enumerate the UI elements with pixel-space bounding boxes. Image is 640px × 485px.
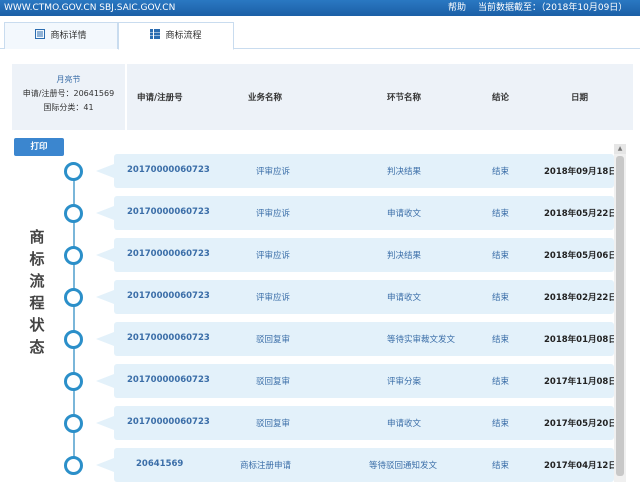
header-result: 结论 (492, 93, 510, 103)
cell-result: 结束 (492, 461, 510, 471)
table-row: 20170000060723 驳回复审 申请收文 结束 2017年05月20日 (0, 406, 640, 442)
tab-trademark-process[interactable]: 商标流程 (118, 22, 234, 50)
cell-step: 申请收文 (387, 209, 422, 219)
timeline-node (64, 330, 83, 349)
registration-number: 申请/注册号：20641569 (22, 89, 115, 98)
timeline-node (64, 288, 83, 307)
cell-date: 2017年11月08日 (544, 377, 617, 387)
cell-reg-no[interactable]: 20170000060723 (127, 249, 210, 259)
cell-business: 驳回复审 (256, 377, 291, 387)
cell-step: 判决结果 (387, 167, 422, 177)
row-card: 20170000060723 评审应诉 判决结果 结束 2018年09月18日 (96, 154, 617, 188)
cell-reg-no[interactable]: 20170000060723 (127, 417, 210, 427)
cell-result: 结束 (492, 335, 510, 345)
row-card: 20170000060723 驳回复审 申请收文 结束 2017年05月20日 (96, 406, 617, 440)
timeline-node (64, 414, 83, 433)
cell-date: 2018年01月08日 (544, 335, 617, 345)
row-card: 20170000060723 驳回复审 等待实审裁文发文 结束 2018年01月… (96, 322, 617, 356)
cell-business: 评审应诉 (256, 167, 291, 177)
cell-step: 申请收文 (387, 419, 422, 429)
cell-business: 评审应诉 (256, 209, 291, 219)
cell-step: 申请收文 (387, 293, 422, 303)
tab-label: 商标详情 (50, 31, 87, 41)
cell-date: 2018年05月22日 (544, 209, 617, 219)
cell-reg-no[interactable]: 20170000060723 (127, 165, 210, 175)
cell-result: 结束 (492, 419, 510, 429)
row-card: 20170000060723 评审应诉 申请收文 结束 2018年05月22日 (96, 196, 617, 230)
timeline-node (64, 456, 83, 475)
cell-date: 2018年02月22日 (544, 293, 617, 303)
tab-bar: 商标详情 商标流程 (0, 22, 640, 50)
table-row: 20170000060723 评审应诉 判决结果 结束 2018年09月18日 (0, 154, 640, 190)
cell-business: 评审应诉 (256, 251, 291, 261)
table-row: 20170000060723 驳回复审 等待实审裁文发文 结束 2018年01月… (0, 322, 640, 358)
cell-date: 2018年05月06日 (544, 251, 617, 261)
cell-business: 评审应诉 (256, 293, 291, 303)
cell-step: 等待驳回通知发文 (369, 461, 438, 471)
cell-date: 2017年04月12日 (544, 461, 617, 471)
data-as-of: 当前数据截至：（2018年10月09日） (478, 3, 628, 13)
row-card: 20170000060723 驳回复审 评审分案 结束 2017年11月08日 (96, 364, 617, 398)
cell-business: 商标注册申请 (240, 461, 292, 471)
header-step: 环节名称 (387, 93, 422, 103)
cell-step: 等待实审裁文发文 (387, 335, 456, 345)
owner-name: 月亮节 (56, 75, 81, 84)
international-class: 国际分类：41 (43, 103, 94, 112)
cell-reg-no[interactable]: 20170000060723 (127, 375, 210, 385)
table-row: 20170000060723 评审应诉 判决结果 结束 2018年05月06日 (0, 238, 640, 274)
timeline-node (64, 372, 83, 391)
table-header: 申请/注册号 业务名称 环节名称 结论 日期 (127, 64, 633, 130)
cell-result: 结束 (492, 293, 510, 303)
cell-result: 结束 (492, 209, 510, 219)
row-card: 20170000060723 评审应诉 申请收文 结束 2018年02月22日 (96, 280, 617, 314)
timeline-node (64, 162, 83, 181)
timeline-node (64, 246, 83, 265)
cell-result: 结束 (492, 167, 510, 177)
header-reg-no: 申请/注册号 (137, 93, 183, 103)
cell-step: 判决结果 (387, 251, 422, 261)
help-link[interactable]: 帮助 (448, 0, 466, 16)
cell-reg-no[interactable]: 20170000060723 (127, 291, 210, 301)
cell-reg-no[interactable]: 20641569 (136, 459, 183, 469)
cell-date: 2017年05月20日 (544, 419, 617, 429)
header-date: 日期 (571, 93, 589, 103)
site-url: WWW.CTMO.GOV.CN SBJ.SAIC.GOV.CN (4, 3, 176, 13)
header-business: 业务名称 (248, 93, 283, 103)
trademark-summary: 月亮节 申请/注册号：20641569 国际分类：41 (12, 64, 125, 130)
cell-date: 2018年09月18日 (544, 167, 617, 177)
list-icon (35, 29, 46, 39)
cell-result: 结束 (492, 251, 510, 261)
table-row: 20170000060723 评审应诉 申请收文 结束 2018年02月22日 (0, 280, 640, 316)
tab-label: 商标流程 (165, 31, 202, 41)
timeline-node (64, 204, 83, 223)
table-row: 20170000060723 评审应诉 申请收文 结束 2018年05月22日 (0, 196, 640, 232)
scrollbar-thumb[interactable] (616, 156, 624, 476)
tab-trademark-details[interactable]: 商标详情 (4, 22, 118, 49)
scroll-up-arrow-icon[interactable]: ▲ (614, 144, 626, 154)
cell-reg-no[interactable]: 20170000060723 (127, 207, 210, 217)
cell-reg-no[interactable]: 20170000060723 (127, 333, 210, 343)
top-bar: WWW.CTMO.GOV.CN SBJ.SAIC.GOV.CN 帮助 当前数据截… (0, 0, 640, 16)
table-row: 20641569 商标注册申请 等待驳回通知发文 结束 2017年04月12日 (0, 448, 640, 484)
cell-result: 结束 (492, 377, 510, 387)
row-card: 20641569 商标注册申请 等待驳回通知发文 结束 2017年04月12日 (96, 448, 617, 482)
table-row: 20170000060723 驳回复审 评审分案 结束 2017年11月08日 (0, 364, 640, 400)
grid-icon (150, 29, 161, 39)
cell-business: 驳回复审 (256, 419, 291, 429)
cell-business: 驳回复审 (256, 335, 291, 345)
row-card: 20170000060723 评审应诉 判决结果 结束 2018年05月06日 (96, 238, 617, 272)
cell-step: 评审分案 (387, 377, 422, 387)
